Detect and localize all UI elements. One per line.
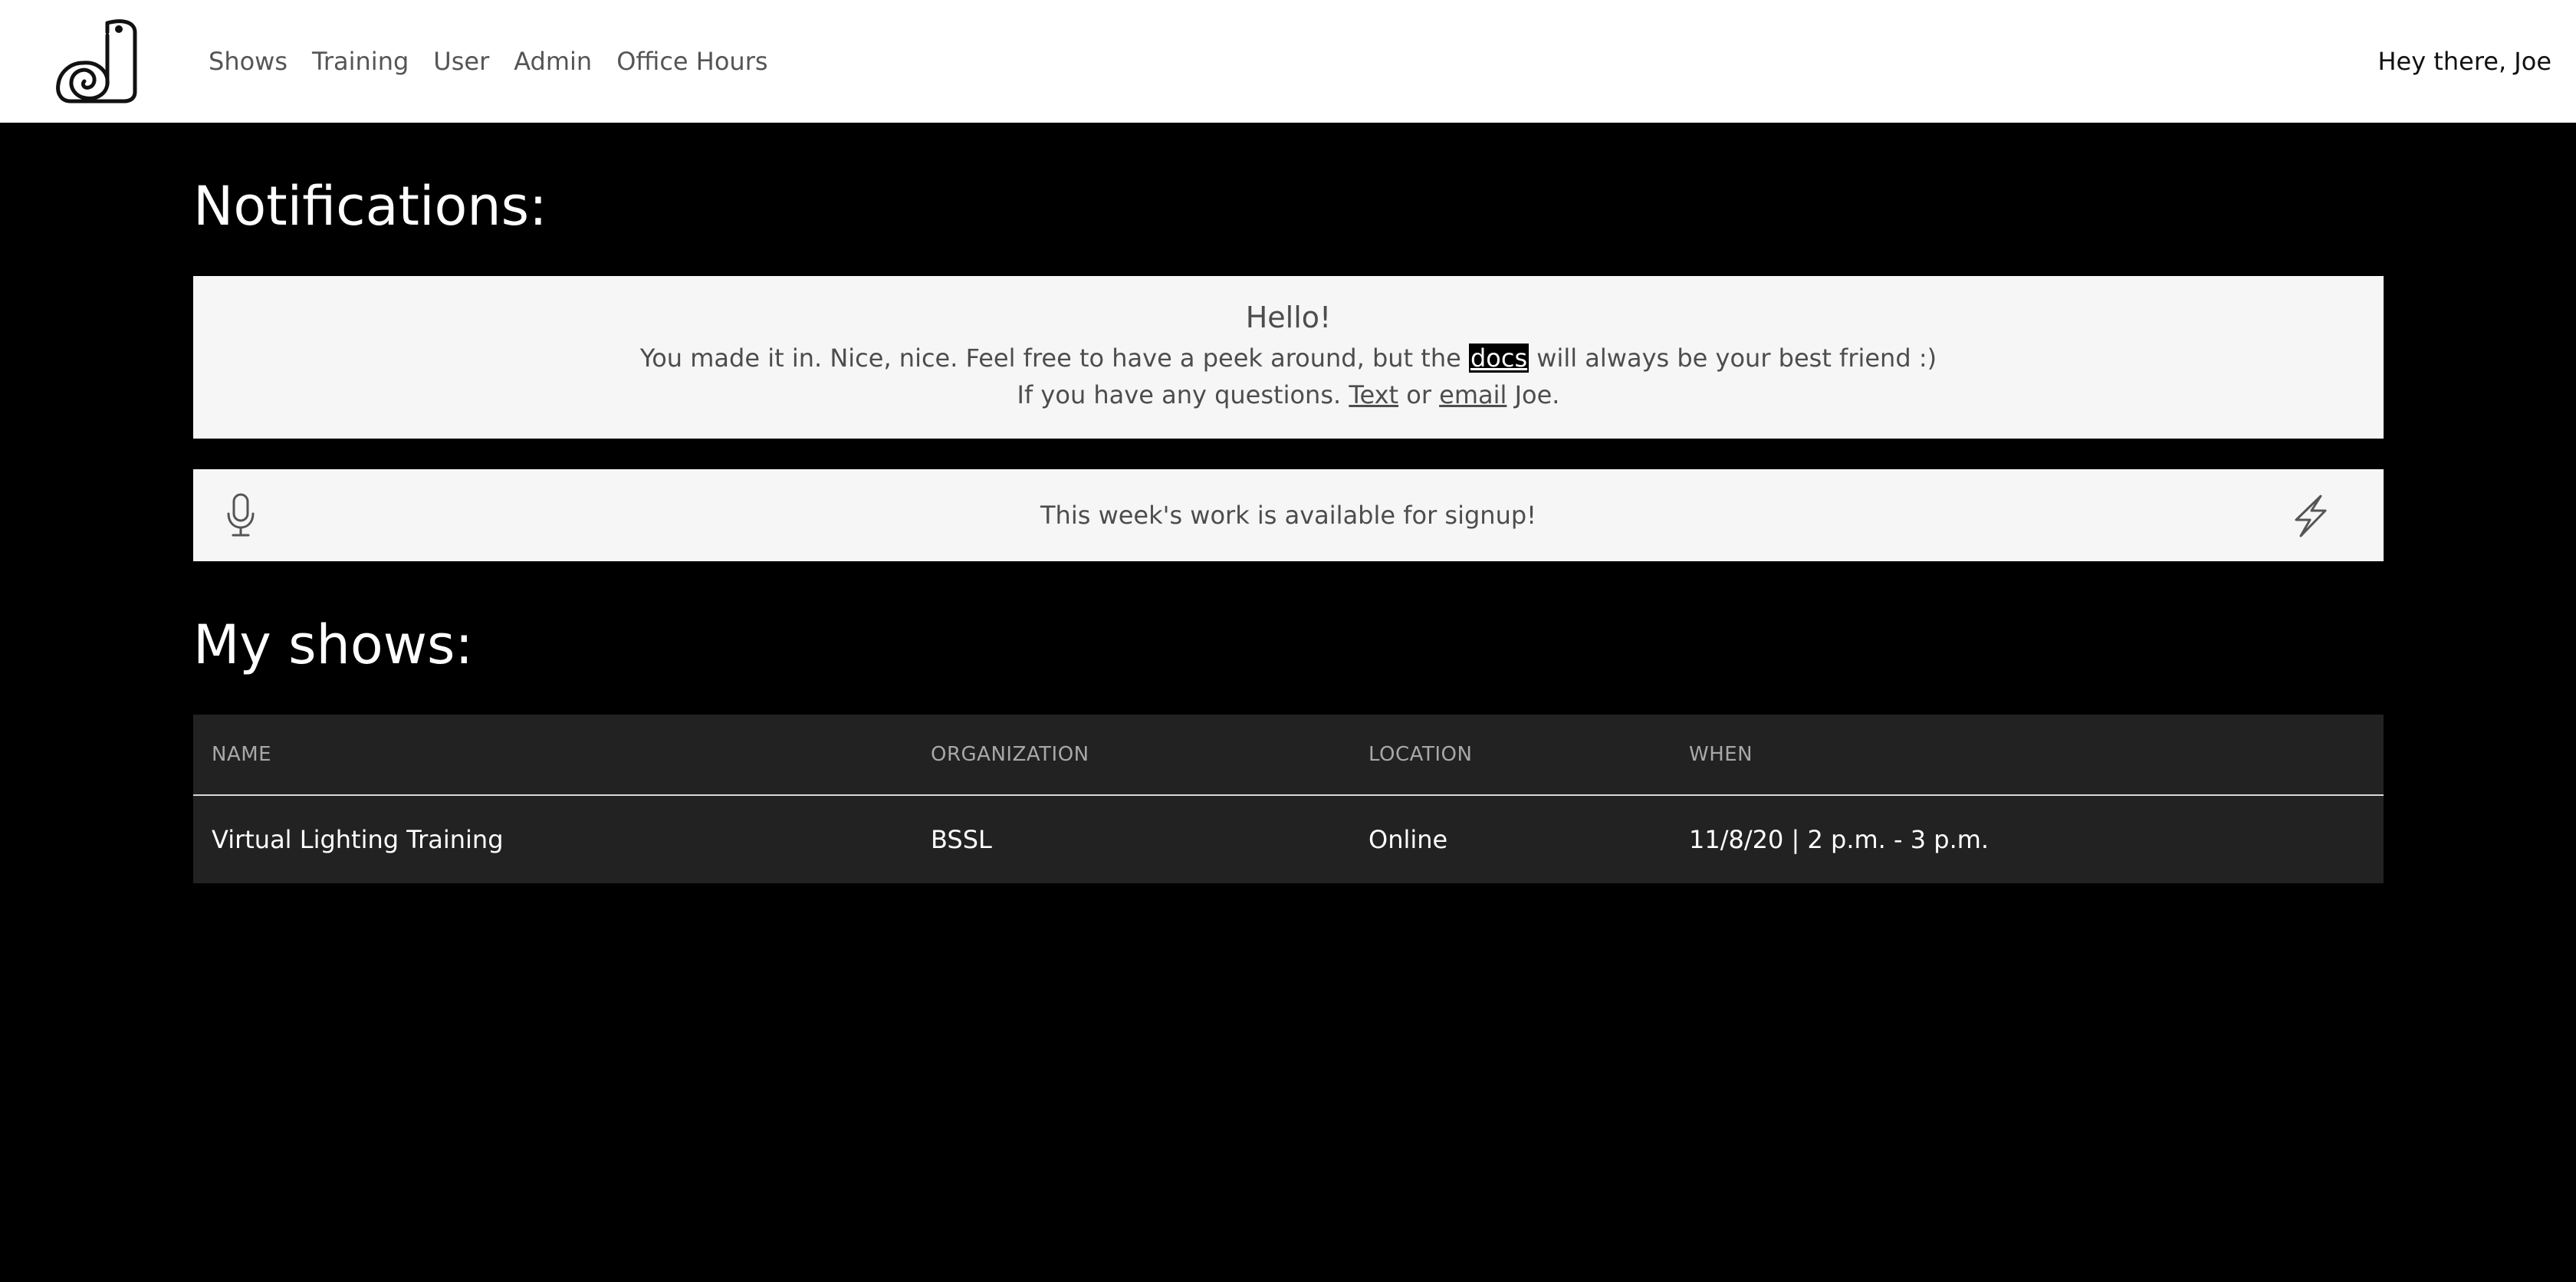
- column-header-when[interactable]: WHEN: [1689, 715, 1753, 794]
- nav-link-shows[interactable]: Shows: [209, 47, 288, 76]
- notifications-title: Notifications:: [193, 175, 547, 238]
- welcome-notification: Hello! You made it in. Nice, nice. Feel …: [193, 276, 2384, 439]
- table-header-row: NAME ORGANIZATION LOCATION WHEN: [193, 715, 2384, 796]
- table-row[interactable]: Virtual Lighting Training BSSL Online 11…: [193, 796, 2384, 883]
- signup-announcement: This week's work is available for signup…: [193, 469, 2384, 561]
- show-location: Online: [1368, 825, 1448, 854]
- show-when: 11/8/20 | 2 p.m. - 3 p.m.: [1689, 825, 1990, 854]
- notification-text: or: [1398, 380, 1440, 409]
- show-organization: BSSL: [931, 825, 992, 854]
- column-header-organization[interactable]: ORGANIZATION: [931, 715, 1089, 794]
- notification-line-1: You made it in. Nice, nice. Feel free to…: [193, 344, 2384, 373]
- nav-link-office-hours[interactable]: Office Hours: [616, 47, 767, 76]
- announcement-text: This week's work is available for signup…: [1040, 501, 1536, 530]
- email-link[interactable]: email: [1439, 380, 1506, 409]
- notification-text: If you have any questions.: [1017, 380, 1349, 409]
- notification-line-2: If you have any questions. Text or email…: [193, 380, 2384, 409]
- nav-link-admin[interactable]: Admin: [514, 47, 592, 76]
- snail-logo-icon[interactable]: [54, 17, 141, 106]
- nav-link-user[interactable]: User: [433, 47, 489, 76]
- nav-link-training[interactable]: Training: [312, 47, 409, 76]
- user-greeting[interactable]: Hey there, Joe: [2377, 0, 2551, 123]
- column-header-location[interactable]: LOCATION: [1368, 715, 1472, 794]
- notification-text: You made it in. Nice, nice. Feel free to…: [639, 344, 1469, 373]
- shows-table: NAME ORGANIZATION LOCATION WHEN Virtual …: [193, 715, 2384, 883]
- column-header-name[interactable]: NAME: [212, 715, 271, 794]
- notification-text: Joe.: [1506, 380, 1560, 409]
- my-shows-title: My shows:: [193, 613, 474, 676]
- docs-link[interactable]: docs: [1468, 344, 1530, 373]
- top-navbar: Shows Training User Admin Office Hours H…: [0, 0, 2576, 123]
- text-link[interactable]: Text: [1349, 380, 1398, 409]
- show-name[interactable]: Virtual Lighting Training: [212, 796, 504, 883]
- notification-text: will always be your best friend :): [1529, 344, 1937, 373]
- main-nav: Shows Training User Admin Office Hours: [209, 0, 793, 123]
- notification-heading: Hello!: [1245, 301, 1332, 334]
- lightning-icon: [2295, 495, 2327, 537]
